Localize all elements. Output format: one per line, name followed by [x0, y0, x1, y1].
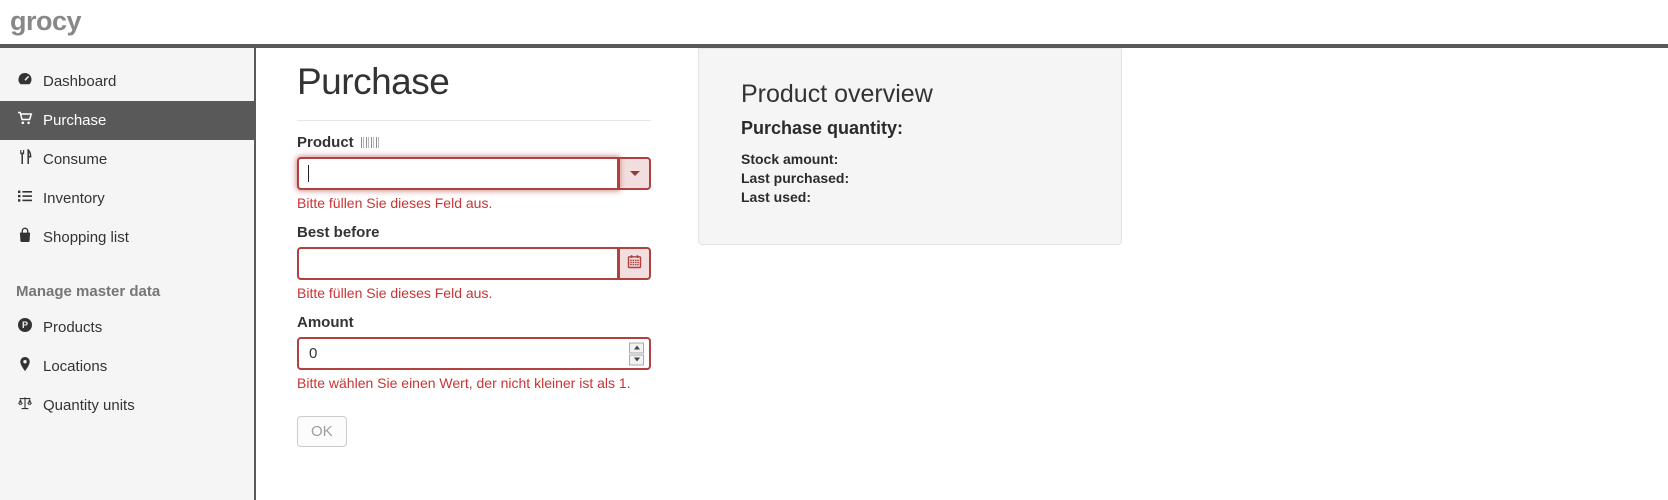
sidebar-item-label: Dashboard — [43, 73, 116, 91]
sidebar-item-label: Shopping list — [43, 229, 129, 247]
product-overview-panel: Product overview Purchase quantity: Stoc… — [698, 48, 1122, 245]
best-before-group: Best before Bitte füllen Sie dieses Feld… — [297, 224, 651, 301]
spinner-up-button[interactable] — [629, 342, 644, 353]
product-combobox — [297, 157, 651, 190]
title-divider — [297, 120, 651, 121]
sidebar-item-locations[interactable]: Locations — [0, 347, 254, 386]
sidebar-item-label: Products — [43, 319, 102, 337]
main-content: Purchase Product Bitte füllen Sie die — [256, 48, 1668, 500]
barcode-icon — [361, 137, 381, 148]
best-before-validation-error: Bitte füllen Sie dieses Feld aus. — [297, 285, 651, 301]
app-header: grocy — [0, 0, 1668, 48]
sidebar-item-consume[interactable]: Consume — [0, 140, 254, 179]
purchase-form: Purchase Product Bitte füllen Sie die — [297, 61, 651, 447]
number-spinner — [629, 342, 644, 365]
page-title: Purchase — [297, 61, 651, 103]
map-marker-icon — [17, 356, 33, 377]
sidebar-item-label: Purchase — [43, 112, 106, 130]
amount-validation-error: Bitte wählen Sie einen Wert, der nicht k… — [297, 375, 651, 391]
text-cursor — [308, 165, 309, 182]
purchase-quantity-label: Purchase quantity: — [741, 118, 1079, 139]
sidebar-item-label: Quantity units — [43, 397, 135, 415]
calendar-button[interactable] — [619, 247, 651, 280]
amount-input[interactable] — [297, 337, 651, 370]
product-input[interactable] — [297, 157, 619, 190]
overview-title: Product overview — [741, 80, 1079, 109]
arrow-down-icon — [634, 358, 640, 362]
arrow-up-icon — [634, 346, 640, 350]
spinner-down-button[interactable] — [629, 354, 644, 365]
shopping-bag-icon — [17, 227, 33, 248]
product-circle-icon: P — [17, 317, 33, 338]
list-icon — [17, 188, 33, 209]
sidebar-item-purchase[interactable]: Purchase — [0, 101, 254, 140]
sidebar-item-label: Locations — [43, 358, 107, 376]
best-before-input[interactable] — [297, 247, 619, 280]
product-validation-error: Bitte füllen Sie dieses Feld aus. — [297, 195, 651, 211]
amount-group: Amount Bitte wählen Sie einen Wert, der … — [297, 314, 651, 391]
sidebar-item-quantity-units[interactable]: Quantity units — [0, 386, 254, 425]
tachometer-icon — [17, 71, 33, 92]
amount-label: Amount — [297, 314, 651, 331]
last-used-label: Last used: — [741, 188, 1079, 207]
sidebar: Dashboard Purchase Consume Inventory — [0, 48, 256, 500]
calendar-icon — [627, 254, 642, 274]
utensils-icon — [17, 149, 33, 170]
sidebar-item-label: Consume — [43, 151, 107, 169]
ok-button[interactable]: OK — [297, 416, 347, 447]
sidebar-item-label: Inventory — [43, 190, 105, 208]
sidebar-item-dashboard[interactable]: Dashboard — [0, 62, 254, 101]
best-before-picker — [297, 247, 651, 280]
product-label: Product — [297, 134, 651, 151]
amount-stepper — [297, 337, 651, 370]
chevron-down-icon — [630, 171, 640, 176]
svg-text:P: P — [22, 320, 28, 330]
product-dropdown-button[interactable] — [619, 157, 651, 190]
sidebar-section-header: Manage master data — [0, 257, 254, 308]
cart-icon — [17, 110, 33, 131]
sidebar-nav: Dashboard Purchase Consume Inventory — [0, 48, 254, 425]
last-purchased-label: Last purchased: — [741, 169, 1079, 188]
sidebar-item-products[interactable]: P Products — [0, 308, 254, 347]
stock-amount-label: Stock amount: — [741, 150, 1079, 169]
best-before-label: Best before — [297, 224, 651, 241]
product-group: Product Bitte füllen Sie dieses Feld aus… — [297, 134, 651, 211]
balance-scale-icon — [17, 395, 33, 416]
sidebar-item-inventory[interactable]: Inventory — [0, 179, 254, 218]
app-logo[interactable]: grocy — [0, 0, 81, 37]
sidebar-item-shopping-list[interactable]: Shopping list — [0, 218, 254, 257]
grocy-app: grocy Dashboard Purchase Consume — [0, 0, 1668, 500]
